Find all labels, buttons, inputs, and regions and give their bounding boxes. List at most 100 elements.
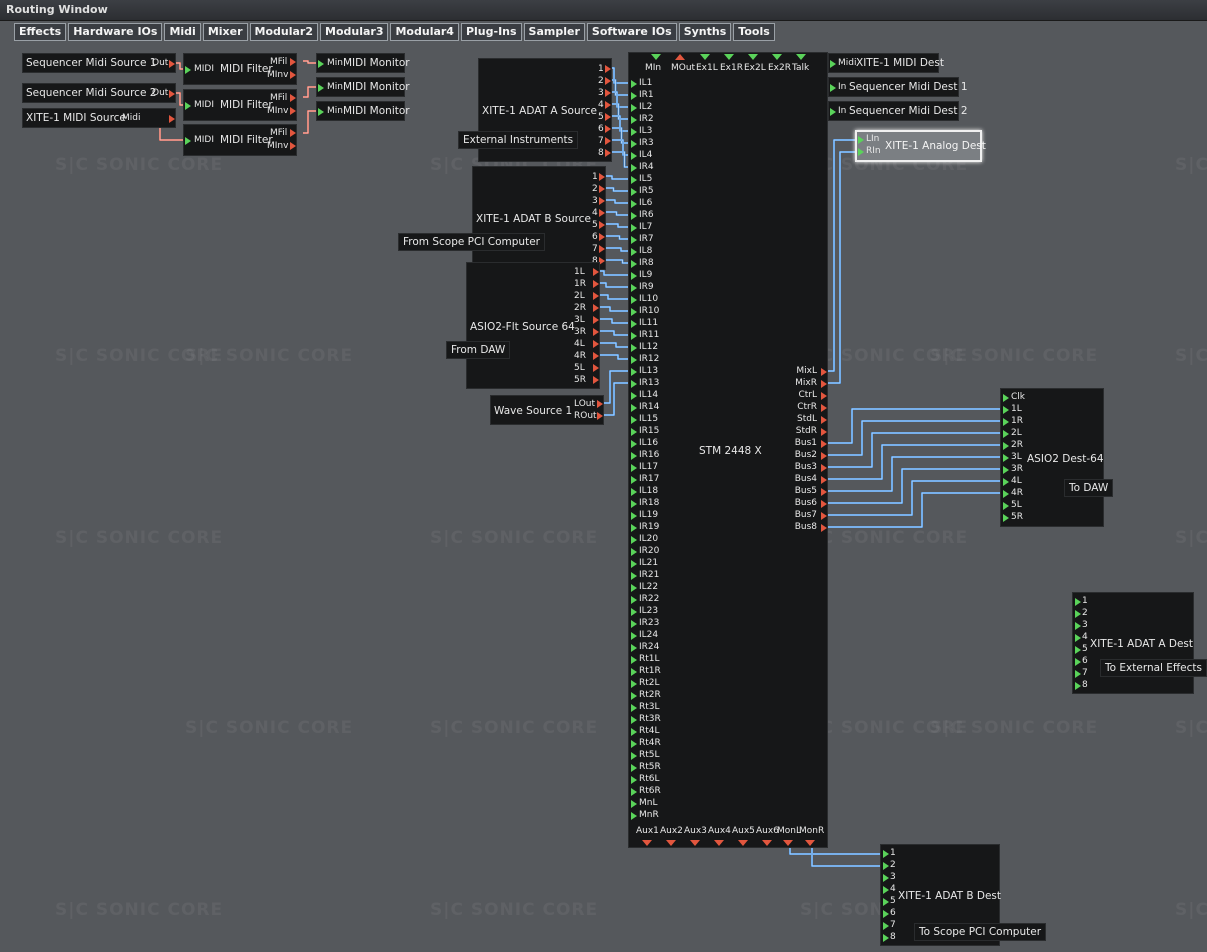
stm-input-rt1l[interactable] <box>631 656 637 664</box>
stm-input-il13[interactable] <box>631 368 637 376</box>
audio-wire-bus4-asio[interactable] <box>828 444 1002 480</box>
stm-input-il2[interactable] <box>631 104 637 112</box>
asio-dest-port-5l[interactable] <box>1003 502 1009 510</box>
stm-output-bus6[interactable] <box>821 500 827 508</box>
stm-input-il19[interactable] <box>631 512 637 520</box>
stm-input-ir15[interactable] <box>631 428 637 436</box>
stm-input-il21[interactable] <box>631 560 637 568</box>
asio-source-port-1l-jack[interactable] <box>593 268 599 276</box>
xite-midi-source[interactable]: XITE-1 MIDI Source Midi <box>22 108 176 128</box>
stm-input-il1[interactable] <box>631 80 637 88</box>
asio-source[interactable]: ASIO2-Flt Source 64 1L 1R 2L 2R 3L 3R 4L 4R 5L 5R <box>466 262 600 389</box>
stm-input-ir5[interactable] <box>631 188 637 196</box>
adat-a-dest-in-port[interactable] <box>1075 658 1081 666</box>
adat-b-dest-in-port[interactable] <box>883 922 889 930</box>
midi-monitor-1-in-port[interactable] <box>318 60 324 68</box>
midi-monitor-1[interactable]: Min MIDI Monitor <box>316 53 410 73</box>
midi-monitor-2-in-port[interactable] <box>318 84 324 92</box>
stm-input-ir22[interactable] <box>631 596 637 604</box>
stm-input-il7[interactable] <box>631 224 637 232</box>
audio-wire-asio-src-8[interactable] <box>600 354 630 360</box>
stm-input-rt2r[interactable] <box>631 692 637 700</box>
wave-source[interactable]: Wave Source 1 LOut ROut <box>490 395 604 425</box>
seq-midi-dest-1[interactable]: In Sequencer Midi Dest 1 <box>828 77 968 97</box>
stm-top-port-min[interactable] <box>651 54 661 60</box>
asio-dest-port-clk[interactable] <box>1003 394 1009 402</box>
xite-midi-source-out-port[interactable] <box>169 115 175 123</box>
stm-input-rt5r[interactable] <box>631 764 637 772</box>
audio-wire-adat-b-4[interactable] <box>606 211 630 216</box>
audio-wire-bus2-asio[interactable] <box>828 420 1002 456</box>
stm-top-port-ex1r[interactable] <box>724 54 734 60</box>
asio-source-port-5l-jack[interactable] <box>593 364 599 372</box>
adat-b-source-out-port[interactable] <box>599 185 605 193</box>
midi-filter-3-out1-port[interactable] <box>290 129 296 137</box>
stm-output-bus8[interactable] <box>821 524 827 532</box>
midi-filter-2-out1-port[interactable] <box>290 94 296 102</box>
stm-input-ir20[interactable] <box>631 548 637 556</box>
stm-input-ir6[interactable] <box>631 212 637 220</box>
adat-b-dest-in-port[interactable] <box>883 874 889 882</box>
xite-midi-dest[interactable]: Midi XITE-1 MIDI Dest <box>828 53 944 73</box>
stm-input-il11[interactable] <box>631 320 637 328</box>
asio-dest-port-4l[interactable] <box>1003 478 1009 486</box>
audio-wire-asio-src-2[interactable] <box>600 282 630 288</box>
seq-midi-source-1-out-port[interactable] <box>169 60 175 68</box>
stm-input-il10[interactable] <box>631 296 637 304</box>
audio-wire-monr-adat-b[interactable] <box>811 846 882 867</box>
audio-wire-asio-src-4[interactable] <box>600 306 630 312</box>
audio-wire-asio-src-5[interactable] <box>600 318 630 324</box>
audio-wire-adat-b-1[interactable] <box>606 175 630 180</box>
midi-filter-3-out2-port[interactable] <box>290 142 296 150</box>
stm-input-ir7[interactable] <box>631 236 637 244</box>
adat-a-source-out-port[interactable] <box>605 113 611 121</box>
asio-source-port-4l-jack[interactable] <box>593 340 599 348</box>
midi-filter-1[interactable]: MIDI MIDI Filter MFil MInv <box>183 53 297 85</box>
adat-a-dest-in-port[interactable] <box>1075 670 1081 678</box>
adat-a-dest-in-port[interactable] <box>1075 610 1081 618</box>
midi-filter-2-in-port[interactable] <box>185 102 191 110</box>
analog-dest-port-lin[interactable] <box>858 136 864 144</box>
audio-wire-bus8-asio[interactable] <box>828 492 1002 528</box>
stm-input-ir16[interactable] <box>631 452 637 460</box>
stm-input-il9[interactable] <box>631 272 637 280</box>
adat-b-source-out-port[interactable] <box>599 221 605 229</box>
audio-wire-adat-b-2[interactable] <box>606 187 630 192</box>
adat-b-dest-in-port[interactable] <box>883 934 889 942</box>
adat-a-dest-in-port[interactable] <box>1075 682 1081 690</box>
audio-wire-adat-b-6[interactable] <box>606 235 630 240</box>
asio-dest-port-1r[interactable] <box>1003 418 1009 426</box>
stm-top-port-ex2l[interactable] <box>748 54 758 60</box>
stm-input-ir8[interactable] <box>631 260 637 268</box>
stm-top-port-ex2r[interactable] <box>772 54 782 60</box>
midi-monitor-3-in-port[interactable] <box>318 108 324 116</box>
stm-input-il18[interactable] <box>631 488 637 496</box>
stm-input-ir2[interactable] <box>631 116 637 124</box>
stm-output-bus5[interactable] <box>821 488 827 496</box>
asio-source-port-1r-jack[interactable] <box>593 280 599 288</box>
midi-filter-3[interactable]: MIDI MIDI Filter MFil MInv <box>183 124 297 156</box>
stm-output-bus2[interactable] <box>821 452 827 460</box>
midi-filter-1-out2-port[interactable] <box>290 71 296 79</box>
audio-wire-bus3-asio[interactable] <box>828 432 1002 468</box>
adat-a-dest-in-port[interactable] <box>1075 622 1081 630</box>
adat-a-source-out-port[interactable] <box>605 137 611 145</box>
audio-wire-bus6-asio[interactable] <box>828 468 1002 504</box>
adat-b-source-out-port[interactable] <box>599 197 605 205</box>
stm-output-ctrr[interactable] <box>821 404 827 412</box>
stm-input-il17[interactable] <box>631 464 637 472</box>
asio-source-port-3r-jack[interactable] <box>593 328 599 336</box>
adat-b-dest-in-port[interactable] <box>883 850 889 858</box>
stm-bottom-port-aux3[interactable] <box>690 840 700 846</box>
analog-dest-port-rin[interactable] <box>858 148 864 156</box>
adat-a-dest-in-port[interactable] <box>1075 634 1081 642</box>
asio-source-port-3l-jack[interactable] <box>593 316 599 324</box>
asio-dest-port-3l[interactable] <box>1003 454 1009 462</box>
midi-filter-3-in-port[interactable] <box>185 137 191 145</box>
stm-input-il20[interactable] <box>631 536 637 544</box>
stm-input-rt6r[interactable] <box>631 788 637 796</box>
adat-a-source-out-port[interactable] <box>605 77 611 85</box>
stm-bottom-port-aux4[interactable] <box>714 840 724 846</box>
stm-input-rt6l[interactable] <box>631 776 637 784</box>
audio-wire-mixr-analog[interactable] <box>828 151 857 384</box>
